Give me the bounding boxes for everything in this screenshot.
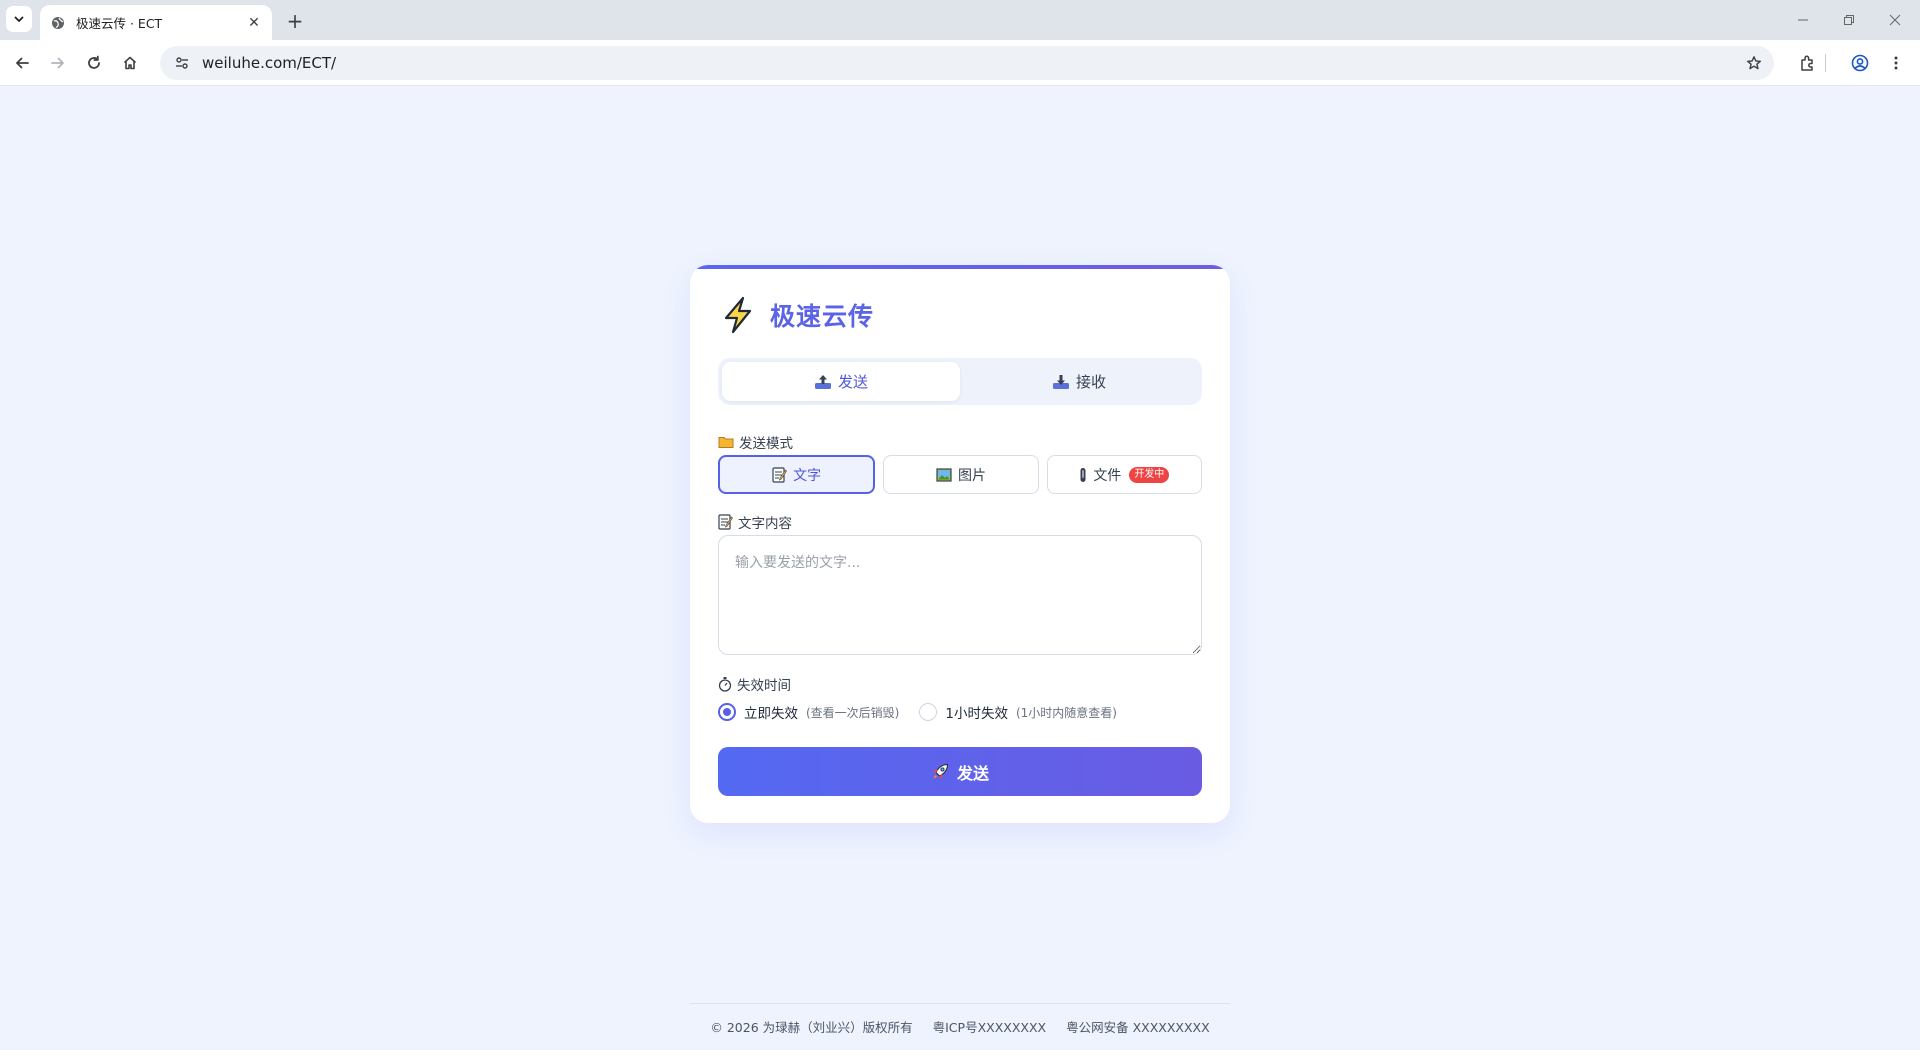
- tab-title: 极速云传 · ECT: [76, 16, 163, 31]
- in-development-badge: 开发中: [1129, 466, 1170, 483]
- send-button[interactable]: 发送: [718, 747, 1202, 796]
- transfer-card: 极速云传 发送 接收 发送模式 文字 图片 文件 开发中 文字内容 输入要发送的…: [690, 265, 1230, 823]
- browser-tab[interactable]: 极速云传 · ECT ✕: [40, 5, 272, 40]
- address-bar[interactable]: weiluhe.com/ECT/: [160, 46, 1774, 80]
- send-mode-options: 文字 图片 文件 开发中: [718, 455, 1202, 494]
- expiry-label-text: 失效时间: [737, 678, 791, 694]
- card-accent-bar: [690, 265, 1230, 269]
- memo-icon: [772, 466, 788, 483]
- brand-header: 极速云传: [718, 295, 874, 335]
- mode-image-button[interactable]: 图片: [883, 455, 1039, 494]
- browser-toolbar: weiluhe.com/ECT/: [0, 40, 1920, 86]
- folder-icon: [718, 435, 734, 449]
- forward-arrow-icon[interactable]: [44, 49, 72, 77]
- new-tab-button[interactable]: +: [282, 8, 308, 34]
- reload-icon[interactable]: [80, 49, 108, 77]
- profile-avatar-icon[interactable]: [1846, 49, 1874, 77]
- tab-receive-label: 接收: [1075, 373, 1106, 391]
- mode-file-button[interactable]: 文件 开发中: [1046, 455, 1202, 494]
- toolbar-divider: [1824, 49, 1826, 77]
- radio-immediate[interactable]: [718, 703, 736, 721]
- text-content-label-text: 文字内容: [738, 516, 792, 532]
- lightning-icon: [724, 296, 752, 334]
- chevron-down-icon: [14, 16, 24, 22]
- send-mode-label-text: 发送模式: [739, 436, 793, 452]
- send-receive-tabs: 发送 接收: [718, 358, 1202, 405]
- expiry-label: 失效时间: [718, 674, 791, 694]
- copyright-text: © 2026 为琭赫（刘业兴）版权所有: [710, 1020, 913, 1035]
- file-icon: [1079, 467, 1087, 483]
- send-mode-label: 发送模式: [718, 432, 793, 452]
- url-text: weiluhe.com/ECT/: [202, 54, 337, 72]
- expiry-immediate-label: 立即失效: [744, 706, 798, 722]
- restore-icon[interactable]: [1826, 0, 1872, 40]
- more-menu-icon[interactable]: [1882, 49, 1910, 77]
- extensions-icon[interactable]: [1794, 49, 1822, 77]
- memo-icon: [718, 514, 733, 530]
- browser-tab-strip: 极速云传 · ECT ✕ +: [0, 0, 1920, 40]
- close-window-icon[interactable]: [1872, 0, 1918, 40]
- rocket-icon: [931, 763, 949, 781]
- tab-send[interactable]: 发送: [722, 362, 960, 401]
- expiry-1hour-option[interactable]: 1小时失效 (1小时内随意查看): [919, 702, 1117, 722]
- mode-text-button[interactable]: 文字: [718, 455, 876, 494]
- expiry-immediate-hint: (查看一次后销毁): [806, 705, 900, 720]
- page-footer: © 2026 为琭赫（刘业兴）版权所有 粤ICP号XXXXXXXX 粤公网安备 …: [690, 1003, 1230, 1036]
- mode-image-label: 图片: [957, 467, 986, 484]
- text-content-label: 文字内容: [718, 512, 792, 532]
- expiry-1hour-label: 1小时失效: [945, 706, 1008, 722]
- stopwatch-icon: [718, 676, 732, 692]
- site-info-icon[interactable]: [172, 53, 192, 73]
- close-tab-icon[interactable]: ✕: [244, 13, 264, 33]
- download-tray-icon: [1052, 374, 1070, 390]
- send-button-label: 发送: [956, 763, 989, 783]
- minimize-icon[interactable]: [1780, 0, 1826, 40]
- police-record-link[interactable]: 粤公网安备 XXXXXXXXX: [1066, 1017, 1210, 1036]
- tab-receive[interactable]: 接收: [960, 362, 1198, 401]
- tab-search-button[interactable]: [6, 6, 32, 32]
- radio-1hour[interactable]: [919, 703, 938, 721]
- expiry-1hour-hint: (1小时内随意查看): [1015, 705, 1117, 720]
- bookmark-star-icon[interactable]: [1744, 53, 1764, 73]
- tab-send-label: 发送: [837, 373, 868, 391]
- text-content-input[interactable]: [718, 535, 1202, 655]
- icp-link[interactable]: 粤ICP号XXXXXXXX: [933, 1017, 1046, 1036]
- expiry-options: 立即失效 (查看一次后销毁) 1小时失效 (1小时内随意查看): [718, 702, 1137, 722]
- picture-icon: [936, 467, 952, 482]
- upload-tray-icon: [814, 374, 832, 390]
- back-arrow-icon[interactable]: [8, 49, 36, 77]
- mode-file-label: 文件: [1093, 467, 1122, 484]
- mode-text-label: 文字: [793, 467, 822, 484]
- home-icon[interactable]: [116, 49, 144, 77]
- globe-icon: [50, 15, 66, 31]
- expiry-immediate-option[interactable]: 立即失效 (查看一次后销毁): [718, 702, 899, 722]
- app-title: 极速云传: [770, 302, 875, 331]
